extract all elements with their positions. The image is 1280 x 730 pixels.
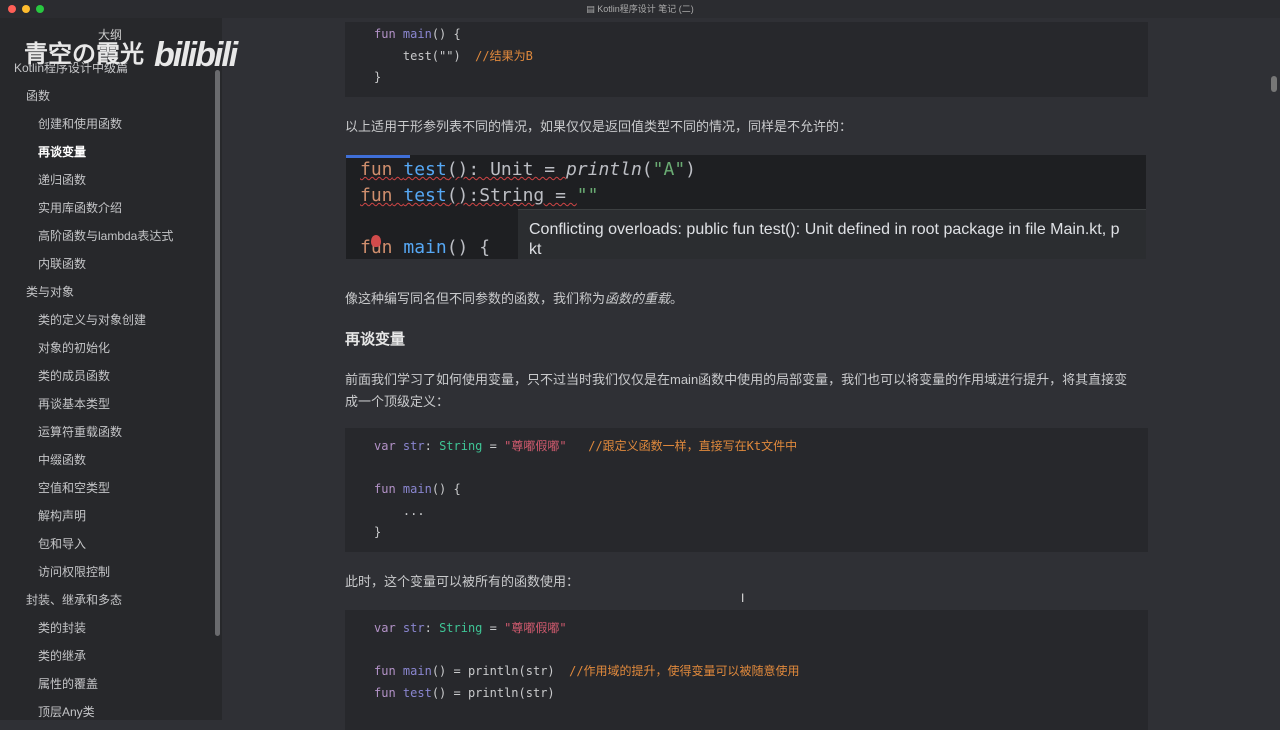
sidebar-item[interactable]: 空值和空类型 (38, 479, 110, 496)
sidebar-item[interactable]: 包和导入 (38, 535, 86, 552)
sidebar-item[interactable]: 中缀函数 (38, 451, 86, 468)
sidebar-item[interactable]: 实用库函数介绍 (38, 199, 122, 216)
document-icon: ▤ (586, 4, 598, 14)
error-icon (371, 235, 381, 247)
sidebar-item[interactable]: 属性的覆盖 (38, 675, 98, 692)
sidebar-item[interactable]: 再谈基本类型 (38, 395, 110, 412)
sidebar-item[interactable]: 类的成员函数 (38, 367, 110, 384)
error-tooltip: Conflicting overloads: public fun test()… (518, 209, 1146, 259)
sidebar-item[interactable]: 封装、继承和多态 (26, 591, 122, 608)
watermark: 青空の霞光 bilibili (24, 32, 238, 74)
main-scrollbar[interactable] (1271, 76, 1277, 92)
window-title: Kotlin程序设计 笔记 (二) (597, 4, 694, 14)
paragraph: 以上适用于形参列表不同的情况，如果仅仅是返回值类型不同的情况，同样是不允许的： (345, 119, 853, 134)
sidebar-item[interactable]: 高阶函数与lambda表达式 (38, 227, 173, 244)
sidebar-item[interactable]: 再谈变量 (38, 143, 86, 160)
paragraph: 像这种编写同名但不同参数的函数，我们称为函数的重载。 (345, 291, 684, 306)
outline-label: 大纲 (98, 28, 123, 42)
sidebar-scrollbar[interactable] (215, 70, 220, 636)
sidebar-item[interactable]: 类的定义与对象创建 (38, 311, 146, 328)
sidebar-item[interactable]: 创建和使用函数 (38, 115, 122, 132)
document-content: fun main() { test("") //结果为B } 以上适用于形参列表… (222, 18, 1280, 730)
paragraph: 成一个顶级定义： (345, 394, 450, 409)
sidebar-item[interactable]: 解构声明 (38, 507, 86, 524)
code-block-3: var str: String = "尊嘟假嘟" fun main() = pr… (345, 610, 1148, 730)
sidebar-item[interactable]: 访问权限控制 (38, 563, 110, 580)
minimize-window-button[interactable] (22, 5, 30, 13)
ide-screenshot: fun test(): Unit = println("A") fun test… (346, 155, 1146, 259)
outline-sidebar: Kotlin程序设计中级篇 函数 创建和使用函数 再谈变量 递归函数 实用库函数介绍 高阶函… (0, 18, 222, 720)
sidebar-item[interactable]: 递归函数 (38, 171, 86, 188)
sidebar-item[interactable]: 顶层Any类 (38, 703, 95, 720)
close-window-button[interactable] (8, 5, 16, 13)
text-cursor-icon: I (741, 591, 745, 605)
watermark-author: 青空の霞光 (24, 41, 144, 68)
code-block-1: fun main() { test("") //结果为B } (345, 22, 1148, 97)
title-bar: ▤ Kotlin程序设计 笔记 (二) (0, 0, 1280, 18)
sidebar-item[interactable]: 函数 (26, 87, 50, 104)
maximize-window-button[interactable] (36, 5, 44, 13)
paragraph: 此时，这个变量可以被所有的函数使用： (345, 574, 580, 589)
sidebar-item[interactable]: 类的继承 (38, 647, 86, 664)
paragraph: 前面我们学习了如何使用变量，只不过当时我们仅仅是在main函数中使用的局部变量，… (345, 372, 1128, 387)
code-block-2: var str: String = "尊嘟假嘟" //跟定义函数一样，直接写在K… (345, 428, 1148, 552)
sidebar-item[interactable]: 运算符重载函数 (38, 423, 122, 440)
sidebar-item[interactable]: 对象的初始化 (38, 339, 110, 356)
sidebar-item[interactable]: 类与对象 (26, 283, 74, 300)
section-heading: 再谈变量 (345, 331, 406, 348)
sidebar-item[interactable]: 内联函数 (38, 255, 86, 272)
sidebar-item[interactable]: 类的封装 (38, 619, 86, 636)
